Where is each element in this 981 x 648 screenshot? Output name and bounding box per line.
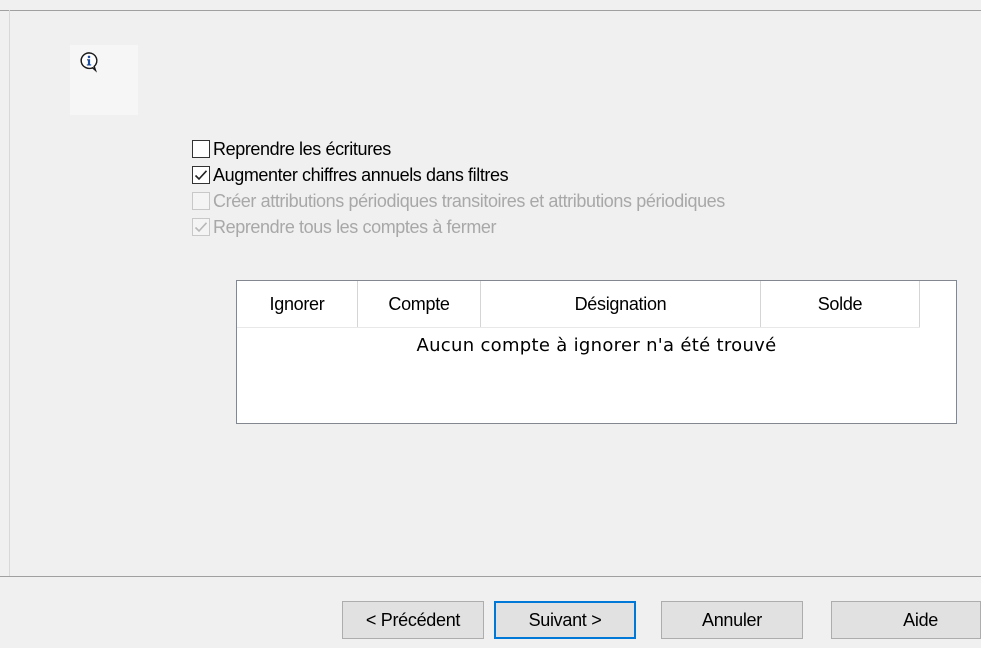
header-filler <box>920 281 956 327</box>
info-panel <box>70 45 138 115</box>
option-augmenter-chiffres[interactable]: Augmenter chiffres annuels dans filtres <box>192 162 725 188</box>
top-divider <box>0 10 981 11</box>
option-label: Reprendre les écritures <box>213 138 391 159</box>
column-header-ignorer[interactable]: Ignorer <box>237 281 358 327</box>
left-divider <box>9 10 10 576</box>
checkbox[interactable] <box>192 140 210 158</box>
previous-button[interactable]: < Précédent <box>342 601 484 639</box>
options-list: Reprendre les écritures Augmenter chiffr… <box>192 136 725 240</box>
column-header-designation[interactable]: Désignation <box>481 281 761 327</box>
column-header-compte[interactable]: Compte <box>358 281 481 327</box>
option-reprendre-ecritures[interactable]: Reprendre les écritures <box>192 136 725 162</box>
option-label: Créer attributions périodiques transitoi… <box>213 190 725 211</box>
checkmark-icon <box>194 222 208 233</box>
checkbox[interactable] <box>192 166 210 184</box>
checkbox <box>192 192 210 210</box>
accounts-table: Ignorer Compte Désignation Solde Aucun c… <box>236 280 957 424</box>
table-header: Ignorer Compte Désignation Solde <box>237 281 920 327</box>
option-label: Augmenter chiffres annuels dans filtres <box>213 164 509 185</box>
next-button[interactable]: Suivant > <box>494 601 636 639</box>
info-icon <box>80 52 98 73</box>
option-creer-attributions: Créer attributions périodiques transitoi… <box>192 188 725 214</box>
empty-message: Aucun compte à ignorer n'a été trouvé <box>416 335 777 356</box>
column-header-solde[interactable]: Solde <box>761 281 920 327</box>
option-reprendre-comptes: Reprendre tous les comptes à fermer <box>192 214 725 240</box>
checkbox <box>192 218 210 236</box>
checkmark-icon <box>194 170 208 181</box>
cancel-button[interactable]: Annuler <box>661 601 803 639</box>
footer-divider <box>0 576 981 577</box>
option-label: Reprendre tous les comptes à fermer <box>213 216 497 237</box>
header-divider <box>237 327 920 328</box>
help-button[interactable]: Aide <box>831 601 981 639</box>
